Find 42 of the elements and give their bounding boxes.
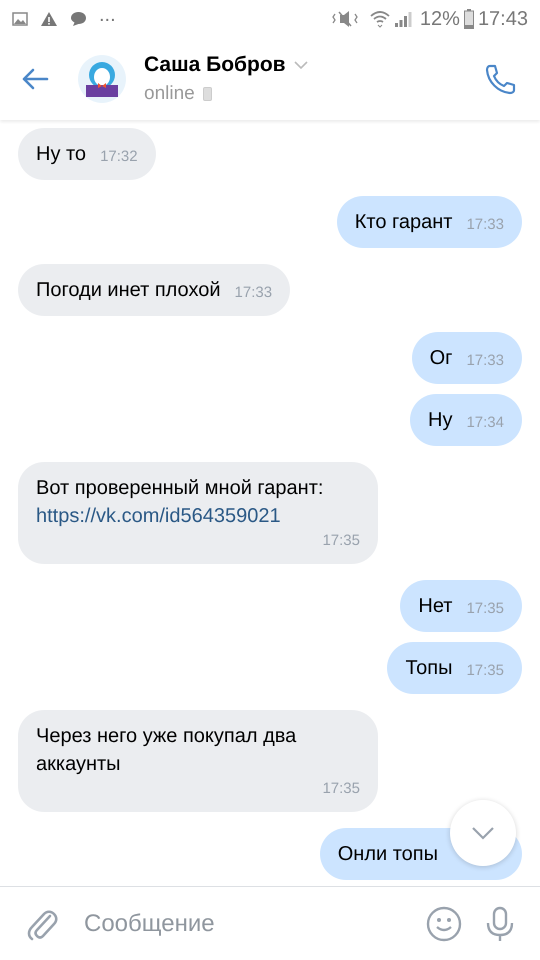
message-time: 17:33 — [465, 215, 504, 235]
clock: 17:43 — [478, 7, 528, 32]
back-arrow-icon — [21, 68, 49, 90]
message-time: 17:32 — [99, 147, 138, 167]
message-time: 17:35 — [465, 599, 504, 619]
vibrate-mute-icon — [332, 10, 358, 28]
message-time: 17:35 — [321, 531, 360, 551]
message-text: Онли топы — [338, 842, 438, 867]
chevron-down-icon — [294, 61, 308, 70]
phone-device-icon — [202, 87, 212, 102]
message-text: Кто гарант — [354, 210, 452, 235]
chevron-down-icon — [471, 826, 495, 840]
presence-status: online — [144, 82, 195, 106]
phone-icon — [484, 63, 516, 95]
chat-icon — [70, 11, 87, 27]
message-time: 17:33 — [465, 351, 504, 371]
message-text: Вот проверенный мной гарант: — [36, 476, 324, 501]
battery-percent: 12% — [420, 7, 460, 32]
message-time: 17:33 — [234, 283, 272, 303]
message-text: Ну то — [36, 142, 86, 167]
avatar[interactable] — [78, 55, 126, 103]
more-notifications: ... — [99, 5, 116, 25]
message-input[interactable]: Сообщение — [84, 906, 416, 942]
image-icon — [12, 12, 28, 26]
message-text: Топы — [405, 656, 452, 681]
contact-name: Саша Бобров — [144, 52, 286, 78]
wifi-icon — [370, 10, 390, 28]
smiley-icon — [426, 906, 462, 942]
signal-icon — [394, 10, 412, 28]
battery-icon — [464, 9, 474, 29]
warning-icon — [40, 11, 58, 27]
message-text: Нет — [418, 594, 452, 619]
message-text: Ну — [428, 408, 452, 433]
message-time: 17:35 — [321, 779, 360, 799]
message-text: Через него уже покупал два аккаунты — [36, 724, 298, 777]
message-time: 17:34 — [465, 413, 504, 433]
scroll-down-button[interactable] — [450, 800, 516, 866]
message-time: 17:35 — [465, 661, 504, 681]
microphone-icon — [485, 906, 515, 942]
message-text: Ог — [430, 346, 452, 371]
message-text: Погоди инет плохой — [36, 278, 221, 303]
profile-link[interactable]: https://vk.com/id564359021 — [36, 502, 324, 530]
